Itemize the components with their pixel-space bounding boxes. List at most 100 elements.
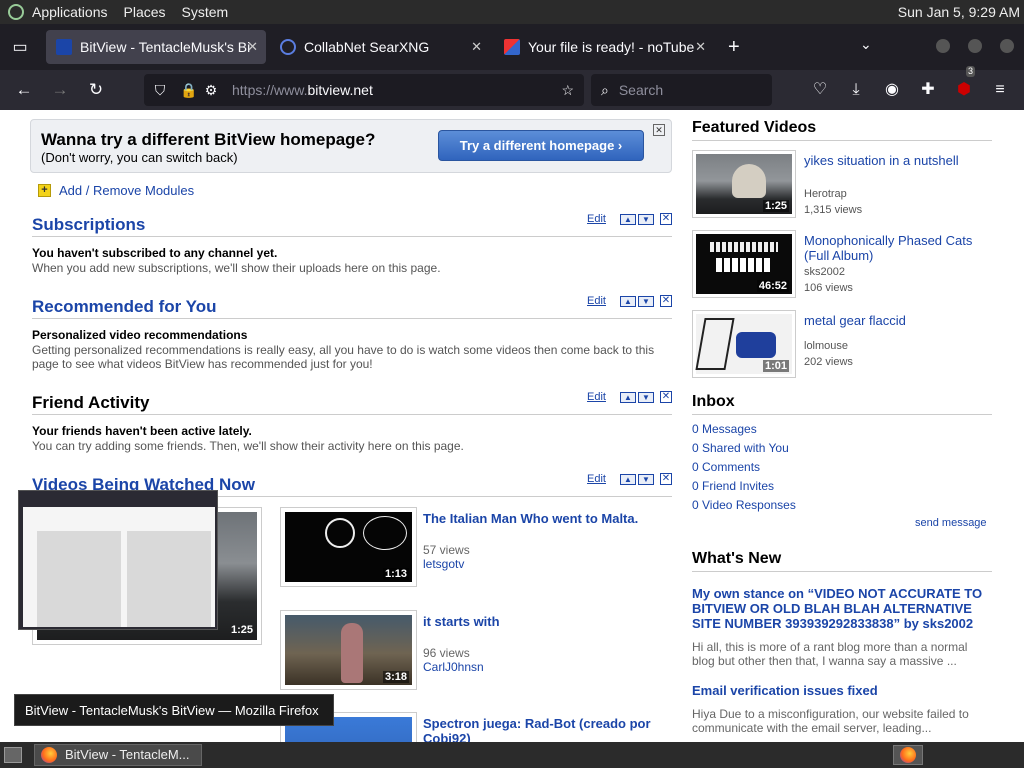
hamburger-menu-icon[interactable]: ≡ xyxy=(986,70,1014,110)
show-desktop-icon[interactable] xyxy=(4,747,22,763)
move-down-icon[interactable]: ▼ xyxy=(638,213,654,225)
menu-applications[interactable]: Applications xyxy=(0,0,116,24)
video-user[interactable]: lolmouse xyxy=(804,340,848,352)
bitview-favicon xyxy=(56,39,72,55)
inbox-messages-link[interactable]: 0 Messages xyxy=(692,422,757,436)
url-bar[interactable]: ⛉ 🔒 ⚙ https://www.bitview.net ☆ xyxy=(144,74,584,106)
ublock-icon[interactable]: ⬢ 3 xyxy=(950,66,978,110)
close-icon[interactable]: ✕ xyxy=(660,295,672,307)
drawing-shape xyxy=(695,318,735,370)
video-thumbnail[interactable]: 1:01 xyxy=(692,310,796,378)
url-text[interactable]: https://www.bitview.net xyxy=(232,82,373,98)
menu-places[interactable]: Places xyxy=(116,0,174,24)
window-close-button[interactable] xyxy=(1000,39,1014,53)
person-shape xyxy=(341,623,363,683)
close-icon[interactable]: ✕ xyxy=(660,473,672,485)
video-thumbnail[interactable]: 3:18 xyxy=(280,610,417,690)
window-preview-thumbnail[interactable] xyxy=(18,490,218,630)
tab-searxng[interactable]: CollabNet SearXNG ✕ xyxy=(270,30,490,64)
inbox-video-responses-link[interactable]: 0 Video Responses xyxy=(692,498,796,512)
reload-icon[interactable]: ↻ xyxy=(78,70,114,110)
module-header: Recommended for You Edit ▲ ▼ ✕ xyxy=(32,295,672,319)
edit-link[interactable]: Edit xyxy=(587,213,606,225)
video-user[interactable]: sks2002 xyxy=(804,266,845,278)
edit-link[interactable]: Edit xyxy=(587,473,606,485)
tab-strip: ▭ BitView - TentacleMusk's Bi ✕ CollabNe… xyxy=(0,24,1024,70)
inbox-comments-link[interactable]: 0 Comments xyxy=(692,460,760,474)
forward-arrow-icon[interactable]: → xyxy=(42,70,78,110)
new-tab-plus-icon[interactable]: + xyxy=(728,36,740,59)
move-up-icon[interactable]: ▲ xyxy=(620,391,636,403)
window-maximize-button[interactable] xyxy=(968,39,982,53)
extensions-icon[interactable]: ✚ xyxy=(914,70,942,110)
firefox-launcher-icon[interactable] xyxy=(893,745,923,765)
move-up-icon[interactable]: ▲ xyxy=(620,213,636,225)
tab-list-chevron-down-icon[interactable]: ⌄ xyxy=(860,36,872,53)
move-up-icon[interactable]: ▲ xyxy=(620,473,636,485)
try-different-homepage-button[interactable]: Try a different homepage › xyxy=(438,130,644,161)
window-preview-page xyxy=(23,507,215,627)
video-views: 202 views xyxy=(804,356,853,368)
taskbar-window-button[interactable]: BitView - TentacleM... xyxy=(34,744,202,766)
video-title-link[interactable]: Monophonically Phased Cats (Full Album) xyxy=(804,233,989,263)
video-thumbnail[interactable]: 1:13 xyxy=(280,507,417,587)
close-icon[interactable]: ✕ xyxy=(247,39,258,55)
menu-system[interactable]: System xyxy=(174,0,237,24)
module-title: Friend Activity xyxy=(32,393,150,412)
move-up-icon[interactable]: ▲ xyxy=(620,295,636,307)
close-icon[interactable]: ✕ xyxy=(695,39,706,55)
window-minimize-button[interactable] xyxy=(936,39,950,53)
notube-favicon xyxy=(504,39,520,55)
close-icon[interactable]: ✕ xyxy=(660,213,672,225)
video-title-link[interactable]: The Italian Man Who went to Malta. xyxy=(423,511,663,526)
move-down-icon[interactable]: ▼ xyxy=(638,391,654,403)
video-user-link[interactable]: CarlJ0hnsn xyxy=(423,660,484,674)
move-down-icon[interactable]: ▼ xyxy=(638,295,654,307)
close-icon[interactable]: ✕ xyxy=(653,124,665,136)
gnome-icon xyxy=(8,4,24,20)
video-thumbnail[interactable]: 46:52 xyxy=(692,230,796,298)
tab-overview-icon[interactable]: ▭ xyxy=(0,37,40,57)
clock[interactable]: Sun Jan 5, 9:29 AM xyxy=(898,0,1020,24)
edit-link[interactable]: Edit xyxy=(587,295,606,307)
news-post-title-link[interactable]: Email verification issues fixed xyxy=(692,683,992,698)
pocket-icon[interactable]: ♡ xyxy=(806,70,834,110)
video-user[interactable]: Herotrap xyxy=(804,188,847,200)
module-controls: Edit ▲ ▼ ✕ xyxy=(587,391,672,403)
send-message-link[interactable]: send message xyxy=(915,517,987,529)
shield-icon[interactable]: ⛉ xyxy=(152,82,168,99)
search-input[interactable]: Search xyxy=(619,82,663,98)
tab-bitview[interactable]: BitView - TentacleMusk's Bi ✕ xyxy=(46,30,266,64)
downloads-icon[interactable]: ⤓ xyxy=(842,70,870,110)
close-icon[interactable]: ✕ xyxy=(660,391,672,403)
inbox-shared-link[interactable]: 0 Shared with You xyxy=(692,441,789,455)
module-title[interactable]: Subscriptions xyxy=(32,215,145,235)
bookmark-star-icon[interactable]: ☆ xyxy=(561,82,574,99)
edit-link[interactable]: Edit xyxy=(587,391,606,403)
add-remove-modules-link[interactable]: + Add / Remove Modules xyxy=(38,183,194,198)
lock-icon[interactable]: 🔒 xyxy=(180,82,197,99)
tab-notube[interactable]: Your file is ready! - noTube ✕ xyxy=(494,30,714,64)
album-art-text-shape xyxy=(716,258,772,272)
account-icon[interactable]: ◉ xyxy=(878,70,906,110)
news-post-title-link[interactable]: My own stance on “VIDEO NOT ACCURATE TO … xyxy=(692,586,992,631)
close-icon[interactable]: ✕ xyxy=(471,39,482,55)
search-bar[interactable]: ⌕ Search xyxy=(591,74,772,106)
video-title-link[interactable]: Spectron juega: Rad-Bot (creado por Cobi… xyxy=(423,716,663,742)
video-thumbnail[interactable]: 1:25 xyxy=(692,150,796,218)
move-down-icon[interactable]: ▼ xyxy=(638,473,654,485)
album-art-text-shape xyxy=(710,242,778,252)
module-header: Subscriptions Edit ▲ ▼ ✕ xyxy=(32,213,672,237)
video-title-link[interactable]: metal gear flaccid xyxy=(804,313,989,328)
module-title[interactable]: Recommended for You xyxy=(32,297,217,317)
page-content: Wanna try a different BitView homepage? … xyxy=(0,110,1024,742)
inbox-friend-invites-link[interactable]: 0 Friend Invites xyxy=(692,479,774,493)
video-title-link[interactable]: it starts with xyxy=(423,614,663,629)
search-icon xyxy=(280,39,296,55)
video-user-link[interactable]: letsgotv xyxy=(423,557,464,571)
permissions-icon[interactable]: ⚙ xyxy=(204,82,218,99)
video-duration: 1:13 xyxy=(382,568,409,580)
back-arrow-icon[interactable]: ← xyxy=(6,70,42,110)
video-title-link[interactable]: yikes situation in a nutshell xyxy=(804,153,989,168)
inbox-heading: Inbox xyxy=(692,393,992,415)
